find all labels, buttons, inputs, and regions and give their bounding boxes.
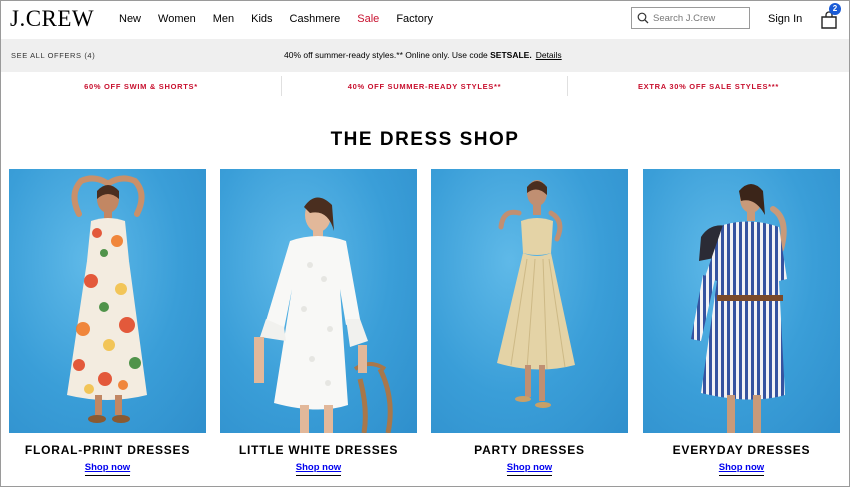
see-all-offers-link[interactable]: SEE ALL OFFERS (4) (11, 51, 95, 60)
shop-now-label: Shop now (718, 462, 765, 476)
category-card-everyday[interactable]: EVERYDAY DRESSES Shop now (643, 169, 840, 476)
nav-women[interactable]: Women (158, 13, 196, 25)
category-card-white[interactable]: LITTLE WHITE DRESSES Shop now (220, 169, 417, 476)
category-card-floral[interactable]: FLORAL-PRINT DRESSES Shop now (9, 169, 206, 476)
nav-cashmere[interactable]: Cashmere (290, 13, 341, 25)
shop-now-label: Shop now (295, 462, 342, 476)
search-icon[interactable] (637, 12, 649, 24)
nav-men[interactable]: Men (213, 13, 234, 25)
shop-now-label: Shop now (84, 462, 131, 476)
nav-new[interactable]: New (119, 13, 141, 25)
main-nav: New Women Men Kids Cashmere Sale Factory (119, 13, 450, 25)
promo-message: 40% off summer-ready styles.** Online on… (284, 50, 562, 60)
shop-now-link[interactable]: Shop now (643, 462, 840, 476)
white-dress-photo[interactable] (220, 169, 417, 433)
site-header: J.CREW New Women Men Kids Cashmere Sale … (1, 1, 849, 39)
nav-kids[interactable]: Kids (251, 13, 272, 25)
card-title: EVERYDAY DRESSES (672, 443, 811, 457)
everyday-dress-photo[interactable] (643, 169, 840, 433)
promo-swim-shorts[interactable]: 60% OFF SWIM & SHORTS* (1, 72, 281, 100)
promo-summer-styles[interactable]: 40% OFF SUMMER-READY STYLES** (282, 72, 567, 100)
card-title: FLORAL-PRINT DRESSES (24, 443, 191, 457)
card-title: PARTY DRESSES (474, 443, 585, 457)
nav-factory[interactable]: Factory (396, 13, 433, 25)
floral-dress-photo[interactable] (9, 169, 206, 433)
nav-sale[interactable]: Sale (357, 13, 379, 25)
card-title: LITTLE WHITE DRESSES (238, 443, 399, 457)
shop-now-link[interactable]: Shop now (431, 462, 628, 476)
category-card-party[interactable]: PARTY DRESSES Shop now (431, 169, 628, 476)
shop-now-link[interactable]: Shop now (220, 462, 417, 476)
shop-now-label: Shop now (506, 462, 553, 476)
page-title: THE DRESS SHOP (330, 129, 520, 150)
party-dress-photo[interactable] (431, 169, 628, 433)
jcrew-logo[interactable]: J.CREW (10, 6, 94, 32)
offers-bar: SEE ALL OFFERS (4) 40% off summer-ready … (1, 39, 849, 72)
promo-code: SETSALE. (490, 50, 532, 60)
shop-now-link[interactable]: Shop now (9, 462, 206, 476)
promo-text: 40% off summer-ready styles.** Online on… (284, 50, 491, 60)
promo-strip: 60% OFF SWIM & SHORTS* 40% OFF SUMMER-RE… (1, 72, 849, 100)
search-input[interactable] (653, 12, 743, 24)
details-link[interactable]: Details (536, 50, 562, 60)
sign-in-link[interactable]: Sign In (768, 13, 802, 25)
bag-count-badge: 2 (829, 3, 841, 15)
promo-sale-styles[interactable]: EXTRA 30% OFF SALE STYLES*** (568, 72, 849, 100)
search-box[interactable] (631, 7, 750, 29)
